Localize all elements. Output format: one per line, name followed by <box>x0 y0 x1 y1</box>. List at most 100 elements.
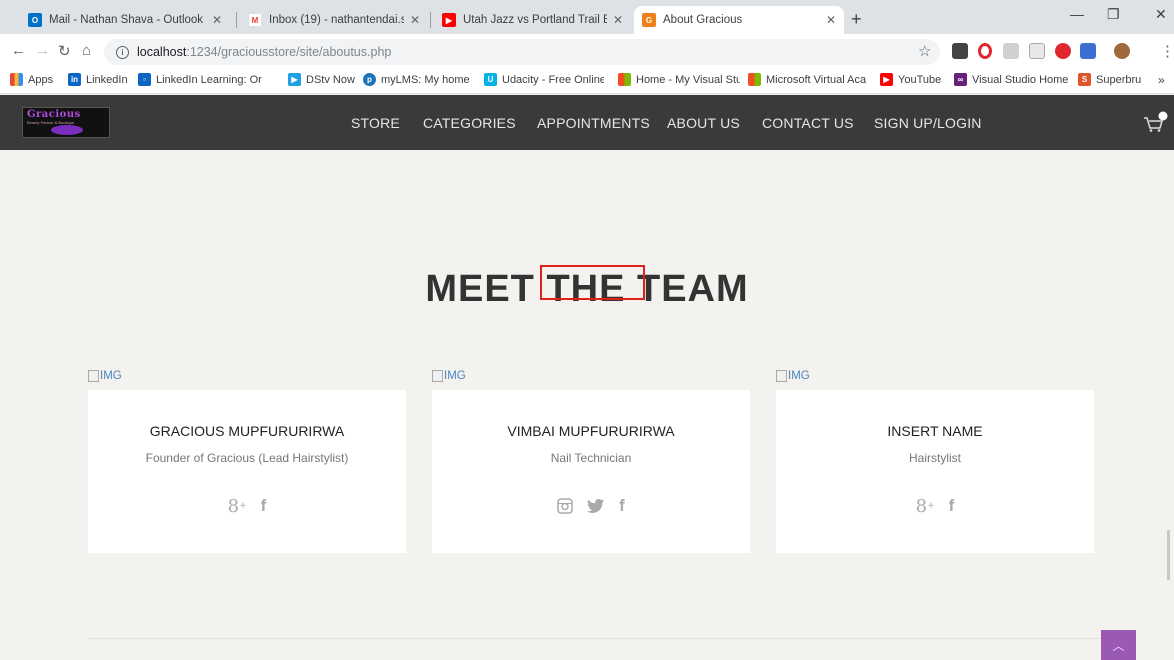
extension-icon[interactable] <box>952 43 968 59</box>
broken-image-icon <box>432 370 443 382</box>
bookmark-visual-studio-home[interactable]: Home - My Visual Stu <box>618 73 740 86</box>
browser-tab-gmail[interactable]: M Inbox (19) - nathantendai.shava@ ✕ <box>240 6 428 34</box>
broken-image-icon <box>88 370 99 382</box>
member-name: VIMBAI MUPFURURIRWA <box>507 423 675 439</box>
udacity-icon: U <box>484 73 497 86</box>
forward-icon[interactable]: → <box>35 42 50 59</box>
twitter-icon[interactable] <box>587 496 605 516</box>
minimize-icon[interactable]: — <box>1070 6 1084 22</box>
youtube-icon: ▶ <box>880 73 893 86</box>
mylms-icon: p <box>363 73 376 86</box>
member-role: Hairstylist <box>908 451 961 465</box>
tab-title: Utah Jazz vs Portland Trail Blazers <box>463 14 607 26</box>
url-host: localhost <box>137 45 187 59</box>
extension-icon[interactable] <box>1003 43 1019 59</box>
close-tab-icon[interactable]: ✕ <box>212 13 222 27</box>
browser-tab-outlook[interactable]: O Mail - Nathan Shava - Outlook ✕ <box>20 6 230 34</box>
close-tab-icon[interactable]: ✕ <box>613 13 623 27</box>
highlight-box <box>540 265 645 300</box>
tab-title: About Gracious <box>663 14 743 26</box>
bookmark-superbru[interactable]: S Superbru <box>1078 73 1141 86</box>
bookmark-udacity[interactable]: U Udacity - Free Online <box>484 73 604 86</box>
url-path: :1234/graciousstore/site/aboutus.php <box>186 45 392 59</box>
member-info: INSERT NAME Hairstylist 8 + f <box>776 390 1094 553</box>
skype-icon[interactable] <box>1029 43 1045 59</box>
tab-title: Inbox (19) - nathantendai.shava@ <box>269 14 404 26</box>
member-socials: f <box>432 496 750 516</box>
member-info: VIMBAI MUPFURURIRWA Nail Technician f <box>432 390 750 553</box>
bookmark-linkedin-learning[interactable]: ▫ LinkedIn Learning: Or <box>138 73 278 86</box>
youtube-icon: ▶ <box>442 13 456 27</box>
member-name: GRACIOUS MUPFURURIRWA <box>149 423 345 439</box>
scroll-to-top-button[interactable]: ︿ <box>1101 630 1136 660</box>
bookmark-apps[interactable]: Apps <box>10 73 53 86</box>
browser-toolbar: ← → ↻ ⌂ i localhost :1234/graciousstore/… <box>0 34 1174 68</box>
visual-studio-icon: ∞ <box>954 73 967 86</box>
google-plus-icon[interactable]: 8 + <box>916 496 935 517</box>
adblock-icon[interactable] <box>1055 43 1071 59</box>
member-photo: IMG <box>88 370 122 382</box>
bookmark-visual-studio[interactable]: ∞ Visual Studio Home <box>954 73 1068 86</box>
window-close-icon[interactable]: ✕ <box>1155 6 1167 23</box>
site-logo[interactable]: Gracious Beauty Parlour & Boutique <box>22 107 110 138</box>
microsoft-icon <box>748 73 761 86</box>
member-photo: IMG <box>432 370 466 382</box>
member-socials: 8 + f <box>88 496 406 517</box>
opera-icon[interactable] <box>978 43 992 59</box>
close-tab-icon[interactable]: ✕ <box>410 13 420 27</box>
browser-tab-about-gracious[interactable]: G About Gracious ✕ <box>634 6 844 34</box>
member-info: GRACIOUS MUPFURURIRWA Founder of Graciou… <box>88 390 406 553</box>
apps-grid-icon <box>10 73 23 86</box>
nav-categories[interactable]: CATEGORIES <box>423 115 516 131</box>
broken-image-icon <box>776 370 787 382</box>
back-icon[interactable]: ← <box>11 42 26 59</box>
member-name: INSERT NAME <box>887 423 983 439</box>
new-tab-icon[interactable]: + <box>851 9 862 30</box>
tab-title: Mail - Nathan Shava - Outlook <box>49 14 204 26</box>
instagram-icon[interactable] <box>557 496 573 516</box>
facebook-icon[interactable]: f <box>261 496 267 516</box>
nav-appointments[interactable]: APPOINTMENTS <box>537 115 650 131</box>
outlook-icon: O <box>28 13 42 27</box>
member-role: Founder of Gracious (Lead Hairstylist) <box>145 451 349 465</box>
bookmark-linkedin[interactable]: in LinkedIn <box>68 73 128 86</box>
browser-tab-youtube[interactable]: ▶ Utah Jazz vs Portland Trail Blazers ✕ <box>434 6 631 34</box>
more-bookmarks-icon[interactable]: » <box>1158 73 1165 87</box>
facebook-icon[interactable]: f <box>619 496 625 516</box>
nav-about-us[interactable]: ABOUT US <box>667 115 740 131</box>
site-favicon: G <box>642 13 656 27</box>
bookmark-dstv[interactable]: ▶ DStv Now <box>288 73 355 86</box>
address-bar[interactable]: i localhost :1234/graciousstore/site/abo… <box>104 39 940 65</box>
close-tab-icon[interactable]: ✕ <box>826 13 836 27</box>
google-plus-icon[interactable]: 8 + <box>228 496 247 517</box>
nav-sign-up-login[interactable]: SIGN UP/LOGIN <box>874 115 982 131</box>
scrollbar-thumb[interactable] <box>1167 530 1170 580</box>
facebook-icon[interactable]: f <box>949 496 955 516</box>
home-icon[interactable]: ⌂ <box>82 42 91 59</box>
nav-store[interactable]: STORE <box>351 115 400 131</box>
cart-icon[interactable] <box>1142 111 1168 133</box>
bookmark-star-icon[interactable]: ☆ <box>918 42 931 60</box>
menu-kebab-icon[interactable]: ⋮ <box>1160 42 1174 60</box>
profile-avatar[interactable] <box>1114 43 1130 59</box>
member-role: Nail Technician <box>550 451 632 465</box>
restore-icon[interactable]: ❐ <box>1107 6 1120 23</box>
microsoft-icon <box>618 73 631 86</box>
site-info-icon[interactable]: i <box>116 45 129 59</box>
member-socials: 8 + f <box>776 496 1094 517</box>
browser-tab-bar: O Mail - Nathan Shava - Outlook ✕ M Inbo… <box>0 0 1174 34</box>
member-photo: IMG <box>776 370 810 382</box>
reload-icon[interactable]: ↻ <box>58 42 71 60</box>
linkedin-learning-icon: ▫ <box>138 73 151 86</box>
extension-icon[interactable] <box>1080 43 1096 59</box>
about-page-content: MEET THE TEAM IMG GRACIOUS MUPFURURIRWA … <box>0 150 1174 660</box>
chevron-up-icon: ︿ <box>1112 638 1125 653</box>
bookmark-microsoft-virtual-academy[interactable]: Microsoft Virtual Aca <box>748 73 868 86</box>
bookmark-youtube[interactable]: ▶ YouTube <box>880 73 941 86</box>
nav-contact-us[interactable]: CONTACT US <box>762 115 854 131</box>
dstv-icon: ▶ <box>288 73 301 86</box>
bookmark-mylms[interactable]: p myLMS: My home <box>363 73 470 86</box>
site-header: Gracious Beauty Parlour & Boutique STORE… <box>0 95 1174 150</box>
section-divider <box>88 638 1114 639</box>
bookmarks-bar: Apps in LinkedIn ▫ LinkedIn Learning: Or… <box>0 68 1174 94</box>
